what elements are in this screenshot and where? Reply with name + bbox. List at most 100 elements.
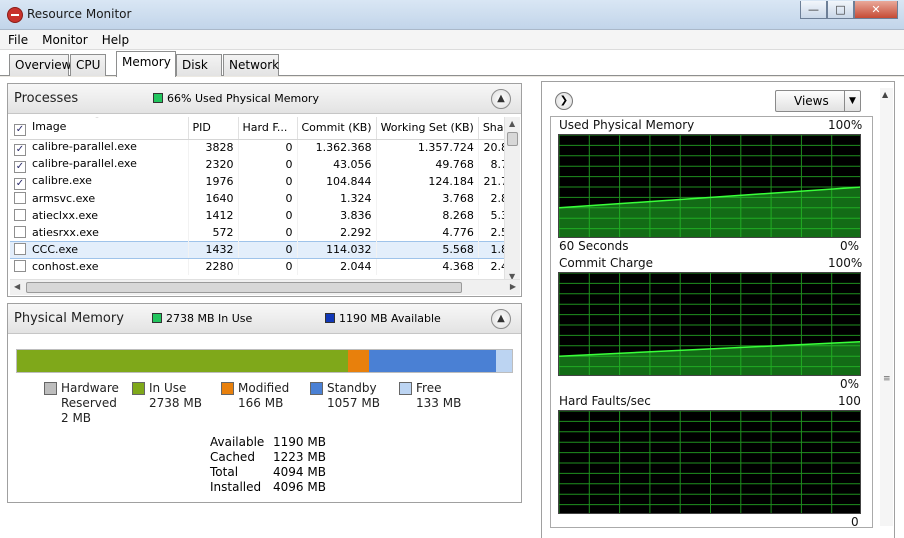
hard-faults-max: 100 — [838, 394, 861, 408]
commit-charge-max: 100% — [828, 256, 863, 270]
cell-hard-faults: 0 — [238, 207, 298, 224]
menu-help[interactable]: Help — [96, 33, 135, 47]
tab-network[interactable]: Network — [223, 54, 279, 76]
cell-hard-faults: 0 — [238, 139, 298, 156]
scroll-left-icon[interactable]: ◀ — [14, 282, 20, 291]
stat-cached-value: 1223 MB — [273, 450, 326, 464]
cell-commit: 3.836 — [297, 207, 377, 224]
window-title: Resource Monitor — [27, 7, 132, 21]
table-row[interactable]: ✓ calibre.exe 1976 0 104.844 124.184 21.7 — [10, 173, 514, 190]
column-hard-faults[interactable]: Hard F... — [238, 117, 298, 140]
column-working-set[interactable]: Working Set (KB) — [376, 117, 479, 140]
row-checkbox[interactable] — [14, 192, 26, 204]
menu-monitor[interactable]: Monitor — [36, 33, 94, 47]
used-physical-memory-graph — [558, 134, 861, 238]
standby-label: Standby — [327, 381, 377, 395]
table-row[interactable]: ✓ calibre-parallel.exe 3828 0 1.362.368 1.357… — [10, 139, 514, 156]
pane-splitter[interactable] — [526, 77, 541, 538]
legend-hardware-reserved: Hardware Reserved 2 MB — [44, 381, 119, 426]
cell-commit: 43.056 — [297, 156, 377, 173]
views-button[interactable]: Views ▼ — [775, 90, 861, 112]
stat-available-label: Available — [210, 435, 265, 449]
expand-graphs-button[interactable]: ❯ — [555, 92, 573, 110]
cell-image: ✓ calibre-parallel.exe — [10, 156, 189, 173]
column-commit[interactable]: Commit (KB) — [297, 117, 377, 140]
sort-arrow-icon: ˄ — [95, 117, 99, 124]
cell-hard-faults: 0 — [238, 224, 298, 241]
cell-hard-faults: 0 — [238, 156, 298, 173]
cell-working-set: 5.568 — [376, 240, 479, 259]
tab-cpu[interactable]: CPU — [70, 54, 106, 76]
table-row[interactable]: CCC.exe 1432 0 114.032 5.568 1.8 — [10, 240, 514, 259]
stat-installed: Installed 4096 MB — [210, 480, 326, 495]
process-name: CCC.exe — [32, 243, 79, 256]
stat-total-value: 4094 MB — [273, 465, 326, 479]
physical-memory-header[interactable]: Physical Memory 2738 MB In Use 1190 MB A… — [8, 304, 521, 334]
row-checkbox[interactable]: ✓ — [14, 160, 26, 173]
hard-faults-graph — [558, 410, 861, 514]
used-physical-memory-chart — [559, 135, 860, 237]
cell-working-set: 3.768 — [376, 190, 479, 207]
cell-pid: 1976 — [188, 173, 239, 190]
cell-working-set: 1.357.724 — [376, 139, 479, 156]
standby-value: 1057 MB — [327, 396, 380, 410]
window-controls: — □ ✕ — [800, 1, 898, 19]
processes-table: ✓ Image ˄ PID Hard F... Commit (KB) Worki… — [10, 117, 514, 275]
graphs-scrollbar[interactable]: ▲ ≡ — [880, 88, 893, 526]
row-checkbox[interactable]: ✓ — [14, 177, 26, 190]
scroll-grip-icon[interactable]: ≡ — [883, 375, 891, 384]
menu-file[interactable]: File — [2, 33, 34, 47]
cell-commit: 1.362.368 — [297, 139, 377, 156]
memory-usage-bar — [16, 349, 513, 373]
table-row[interactable]: ✓ calibre-parallel.exe 2320 0 43.056 49.768 8.… — [10, 156, 514, 173]
column-image[interactable]: ✓ Image ˄ — [10, 117, 189, 140]
cell-hard-faults: 0 — [238, 173, 298, 190]
legend-in-use: In Use 2738 MB — [132, 381, 202, 411]
processes-pane: Processes 66% Used Physical Memory ▲ ✓ Im… — [7, 83, 522, 297]
in-use-text: 2738 MB In Use — [166, 312, 253, 325]
cell-commit: 114.032 — [297, 240, 377, 259]
maximize-button[interactable]: □ — [827, 1, 854, 19]
cell-working-set: 8.268 — [376, 207, 479, 224]
collapse-processes-button[interactable]: ▲ — [491, 89, 511, 109]
cell-image: ✓ calibre.exe — [10, 173, 189, 190]
row-checkbox[interactable] — [14, 209, 26, 221]
row-checkbox[interactable] — [14, 225, 26, 238]
scroll-up-icon[interactable]: ▲ — [509, 119, 515, 128]
views-dropdown-icon[interactable]: ▼ — [844, 91, 860, 111]
table-row[interactable]: atiesrxx.exe 572 0 2.292 4.776 2.5 — [10, 224, 514, 241]
tab-overview[interactable]: Overview — [9, 54, 72, 76]
processes-vertical-scrollbar[interactable]: ▲ ▼ — [504, 117, 520, 283]
collapse-physical-memory-button[interactable]: ▲ — [491, 309, 511, 329]
cell-image: atiesrxx.exe — [10, 224, 189, 241]
free-color-icon — [399, 382, 412, 395]
cell-working-set: 4.776 — [376, 224, 479, 241]
horizontal-scroll-thumb[interactable] — [26, 282, 462, 293]
in-use-color-icon — [132, 382, 145, 395]
cell-hard-faults: 0 — [238, 190, 298, 207]
tab-memory[interactable]: Memory — [116, 51, 176, 77]
scroll-right-icon[interactable]: ▶ — [510, 282, 516, 291]
scroll-thumb[interactable] — [507, 132, 518, 146]
tab-disk[interactable]: Disk — [176, 54, 222, 76]
column-pid[interactable]: PID — [188, 117, 239, 140]
row-checkbox[interactable] — [14, 243, 26, 255]
hard-faults-title: Hard Faults/sec — [559, 394, 651, 408]
table-row[interactable]: armsvc.exe 1640 0 1.324 3.768 2.8 — [10, 190, 514, 207]
close-button[interactable]: ✕ — [854, 1, 898, 19]
processes-header[interactable]: Processes 66% Used Physical Memory ▲ — [8, 84, 521, 114]
select-all-checkbox[interactable]: ✓ — [14, 123, 26, 136]
row-checkbox[interactable]: ✓ — [14, 143, 26, 156]
hardware-value: 2 MB — [61, 411, 92, 425]
commit-charge-min: 0% — [840, 377, 860, 391]
stat-total-label: Total — [210, 465, 239, 479]
tab-bar: Overview CPU Memory Disk Network — [0, 50, 904, 77]
minimize-button[interactable]: — — [800, 1, 827, 19]
table-row[interactable]: atieclxx.exe 1412 0 3.836 8.268 5.3 — [10, 207, 514, 224]
cell-commit: 104.844 — [297, 173, 377, 190]
graphs-scroll-up-icon[interactable]: ▲ — [882, 90, 888, 99]
processes-horizontal-scrollbar[interactable]: ◀ ▶ — [10, 279, 520, 295]
green-square-icon — [152, 313, 162, 323]
row-checkbox[interactable] — [14, 260, 26, 273]
table-row[interactable]: conhost.exe 2280 0 2.044 4.368 2.4 — [10, 258, 514, 275]
